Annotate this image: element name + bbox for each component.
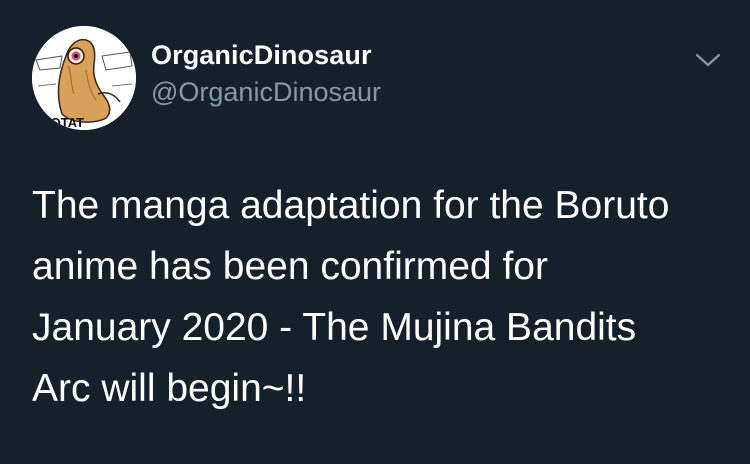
avatar-icon: POTAT — [32, 26, 136, 130]
author-display-name[interactable]: OrganicDinosaur — [151, 40, 372, 71]
chevron-down-icon[interactable] — [694, 50, 722, 70]
author-handle[interactable]: @OrganicDinosaur — [151, 77, 381, 108]
tweet-text: The manga adaptation for the Boruto anim… — [32, 184, 670, 410]
avatar[interactable]: POTAT — [32, 26, 136, 130]
avatar-banner-text: POTAT — [42, 115, 84, 130]
tweet-card: POTAT OrganicDinosaur @OrganicDinosaur T… — [0, 0, 750, 464]
